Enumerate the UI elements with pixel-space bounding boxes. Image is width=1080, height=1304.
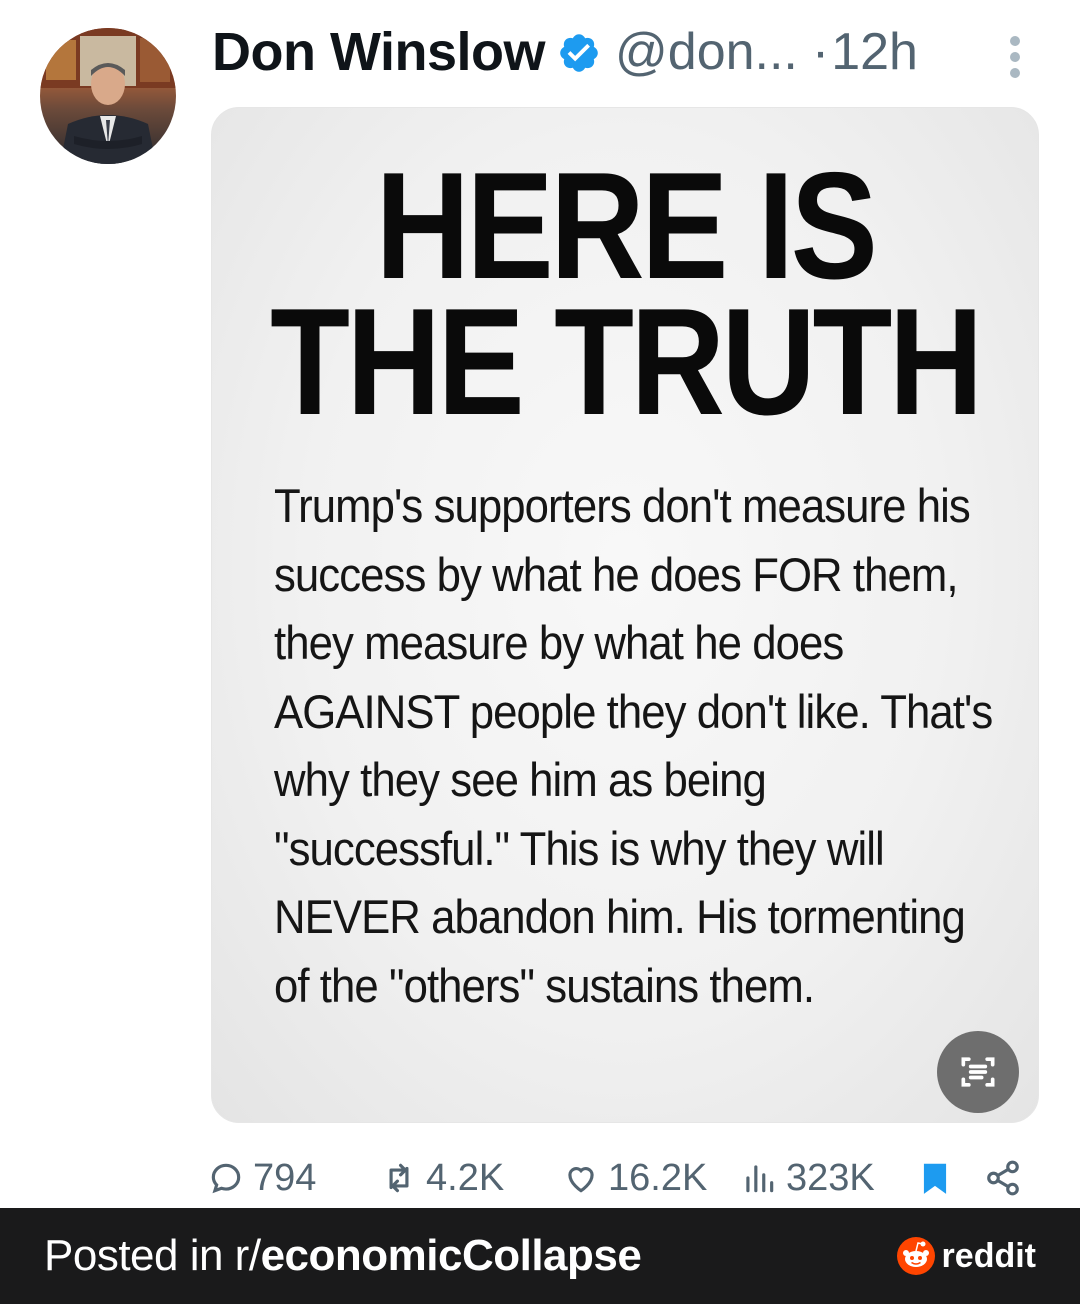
reddit-logo: reddit	[896, 1236, 1036, 1276]
image-body-text: Trump's supporters don't measure his suc…	[274, 479, 993, 1012]
like-button[interactable]: 16.2K	[562, 1152, 707, 1204]
bookmark-button[interactable]	[916, 1152, 962, 1204]
like-count: 16.2K	[608, 1156, 708, 1199]
post-time[interactable]: 12h	[831, 22, 918, 82]
reddit-banner: Posted in r/economicCollapse reddit	[0, 1208, 1080, 1304]
headline-line-2: THE TRUTH	[270, 277, 983, 447]
posted-in-prefix: Posted in r/	[44, 1231, 261, 1280]
avatar-photo	[40, 28, 176, 164]
reply-button[interactable]: 794	[207, 1152, 316, 1204]
image-headline: HERE IS THE TRUTH	[270, 141, 983, 447]
reddit-wordmark: reddit	[941, 1236, 1036, 1275]
reddit-logo-icon	[896, 1237, 935, 1275]
share-button[interactable]	[984, 1152, 1030, 1204]
tweet-screenshot: Don Winslow @don... · 12h HERE IS THE TR…	[0, 0, 1080, 1304]
more-vertical-icon[interactable]	[1008, 36, 1022, 80]
text-scan-button[interactable]	[937, 1031, 1019, 1113]
separator-dot: ·	[811, 23, 830, 81]
posted-in-text[interactable]: Posted in r/economicCollapse	[44, 1231, 642, 1281]
bookmark-icon	[923, 1163, 947, 1194]
action-bar: 794 4.2K 16.2K 323K	[0, 1152, 1080, 1204]
author-avatar[interactable]	[40, 28, 176, 164]
reply-count: 794	[253, 1156, 317, 1199]
verified-badge-icon	[560, 34, 598, 72]
comment-bubble-icon	[211, 1163, 241, 1194]
author-name[interactable]: Don Winslow	[212, 21, 545, 83]
heart-icon	[568, 1167, 594, 1193]
subreddit-name: economicCollapse	[260, 1231, 642, 1280]
repost-count: 4.2K	[426, 1156, 505, 1199]
author-handle[interactable]: @don...	[615, 22, 798, 82]
post-header: Don Winslow @don... · 12h	[212, 22, 1042, 82]
text-scan-icon	[961, 1057, 995, 1087]
view-count: 323K	[786, 1156, 875, 1199]
headline-line-1: HERE IS	[375, 141, 878, 311]
share-icon	[987, 1160, 1019, 1196]
bar-chart-icon	[746, 1165, 774, 1193]
repost-arrows-icon	[389, 1163, 409, 1193]
views-button[interactable]: 323K	[740, 1152, 875, 1204]
repost-button[interactable]: 4.2K	[380, 1152, 504, 1204]
post-image[interactable]: HERE IS THE TRUTH Trump's supporters don…	[211, 107, 1039, 1123]
